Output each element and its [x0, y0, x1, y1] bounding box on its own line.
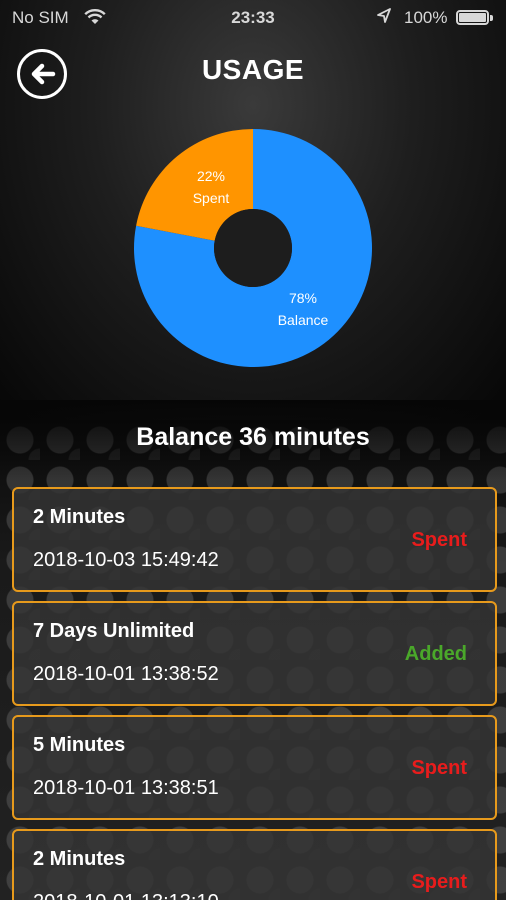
slice-percent-spent: 22%: [196, 168, 226, 184]
location-icon: [377, 8, 391, 29]
usage-item-date: 2018-10-01 13:13:10: [33, 891, 219, 900]
slice-name-balance: Balance: [277, 312, 329, 328]
usage-item-kind: Spent: [411, 871, 467, 893]
usage-item[interactable]: 2 Minutes 2018-10-01 13:13:10 Spent: [12, 829, 497, 900]
usage-item-name: 7 Days Unlimited: [33, 620, 195, 642]
usage-item-date: 2018-10-01 13:38:52: [33, 663, 219, 685]
usage-item-name: 5 Minutes: [33, 734, 126, 756]
usage-item[interactable]: 7 Days Unlimited 2018-10-01 13:38:52 Add…: [12, 601, 497, 706]
slice-label-spent: 22% Spent: [181, 165, 241, 209]
usage-donut-chart: 22% Spent 78% Balance: [133, 128, 373, 368]
battery-tip: [490, 15, 493, 21]
usage-item-kind: Spent: [411, 757, 467, 779]
slice-name-spent: Spent: [192, 190, 230, 206]
usage-item-name: 2 Minutes: [33, 848, 126, 870]
slice-label-balance: 78% Balance: [263, 287, 343, 331]
status-bar: No SIM 23:33 100%: [0, 0, 506, 36]
donut-hole: [214, 209, 292, 287]
usage-item-date: 2018-10-01 13:38:51: [33, 777, 219, 799]
usage-item-date: 2018-10-03 15:49:42: [33, 549, 219, 571]
donut-svg: [133, 129, 372, 367]
usage-item-kind: Spent: [411, 529, 467, 551]
battery-percent: 100%: [404, 8, 448, 27]
usage-item-name: 2 Minutes: [33, 506, 126, 528]
usage-item-kind: Added: [404, 643, 467, 665]
balance-summary: Balance 36 minutes: [136, 423, 370, 451]
slice-percent-balance: 78%: [288, 290, 318, 306]
usage-item[interactable]: 2 Minutes 2018-10-03 15:49:42 Spent: [12, 487, 497, 592]
usage-item[interactable]: 5 Minutes 2018-10-01 13:38:51 Spent: [12, 715, 497, 820]
page-title: USAGE: [201, 54, 305, 85]
battery-icon: [456, 10, 489, 25]
